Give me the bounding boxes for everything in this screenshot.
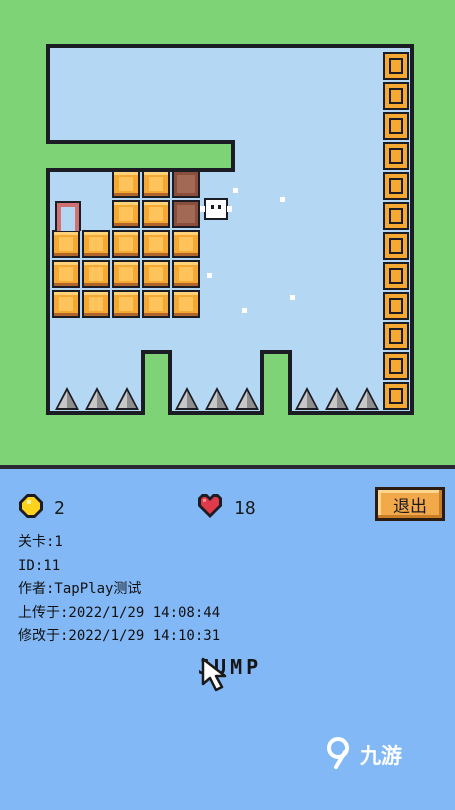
- level-id: ID:11: [18, 557, 61, 574]
- coin-count: 2: [54, 498, 65, 519]
- lives-counter: 18: [196, 493, 256, 524]
- pointer-cursor-icon: [200, 657, 236, 697]
- info-panel: 2 18 退出 关卡:1 ID:11 作者:TapPlay测试 上传于:2022…: [0, 469, 455, 810]
- jiuyou-text: 九游: [360, 743, 402, 768]
- heart-icon: [196, 493, 224, 524]
- game-viewport[interactable]: [0, 0, 455, 465]
- jiuyou-watermark: 九游: [324, 735, 402, 774]
- sky-area: [46, 44, 414, 415]
- level-author: 作者:TapPlay测试: [18, 581, 142, 597]
- coin-icon: [18, 493, 44, 524]
- exit-door-icon: [55, 201, 81, 231]
- level-number: 关卡:1: [18, 534, 63, 550]
- player-character-icon: [200, 198, 232, 220]
- exit-button[interactable]: 退出: [375, 487, 445, 521]
- level-map: [46, 44, 414, 415]
- upload-time: 上传于:2022/1/29 14:08:44: [18, 604, 221, 621]
- modified-time: 修改于:2022/1/29 14:10:31: [18, 628, 221, 644]
- jiuyou-logo-icon: [324, 735, 358, 774]
- coin-counter: 2: [18, 493, 65, 524]
- lives-count: 18: [234, 498, 256, 519]
- level-info: 关卡:1 ID:11 作者:TapPlay测试 上传于:2022/1/29 14…: [18, 531, 220, 649]
